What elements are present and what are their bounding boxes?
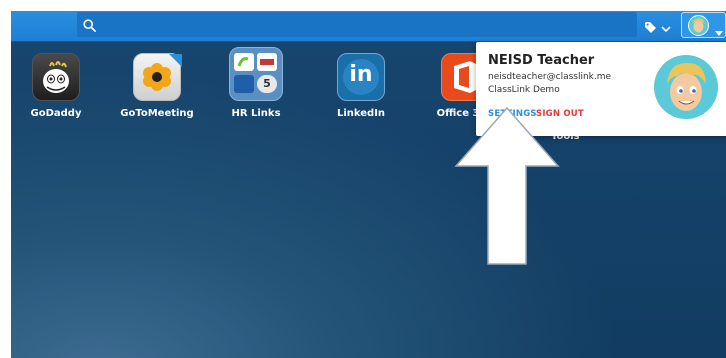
chevron-down-icon	[715, 22, 723, 41]
linkedin-logo-text: in	[349, 62, 373, 87]
app-label: GoDaddy	[30, 108, 82, 119]
search-box[interactable]	[77, 12, 637, 37]
godaddy-icon	[32, 53, 80, 101]
app-tile-godaddy[interactable]: GoDaddy	[11, 53, 102, 119]
folder-app-icon	[234, 75, 254, 93]
folder-app-icon	[257, 53, 277, 71]
app-label: LinkedIn	[336, 108, 386, 119]
folder-app-icon	[234, 53, 254, 71]
app-tile-hr-links[interactable]: 5 HR Links	[210, 47, 302, 119]
app-tile-gotomeeting[interactable]: GoToMeeting	[111, 53, 203, 119]
app-tile-linkedin[interactable]: in LinkedIn	[315, 53, 407, 119]
badge-icon	[169, 52, 182, 67]
tag-icon	[645, 18, 656, 37]
hr-links-folder-icon: 5	[229, 47, 283, 101]
avatar	[653, 54, 719, 124]
app-label: HR Links	[231, 108, 281, 119]
arrow-pointer-icon	[454, 106, 560, 270]
chevron-down-icon	[661, 18, 671, 37]
avatar	[688, 15, 709, 40]
gotomeeting-icon	[133, 52, 182, 101]
search-icon	[83, 17, 96, 36]
app-label: GoToMeeting	[120, 108, 194, 119]
search-input[interactable]	[101, 14, 625, 36]
tag-filter-button[interactable]	[645, 18, 671, 37]
linkedin-icon: in	[337, 53, 385, 101]
user-name: NEISD Teacher	[488, 53, 595, 68]
user-organization: ClassLink Demo	[488, 85, 560, 95]
classlink-launchpad: GoDaddy GoToMeeting 5 HR Links in Linked…	[11, 11, 726, 358]
top-bar	[11, 11, 726, 42]
more-apps-count: 5	[257, 75, 277, 93]
user-email: neisdteacher@classlink.me	[488, 72, 612, 82]
user-menu-button[interactable]	[681, 12, 726, 38]
